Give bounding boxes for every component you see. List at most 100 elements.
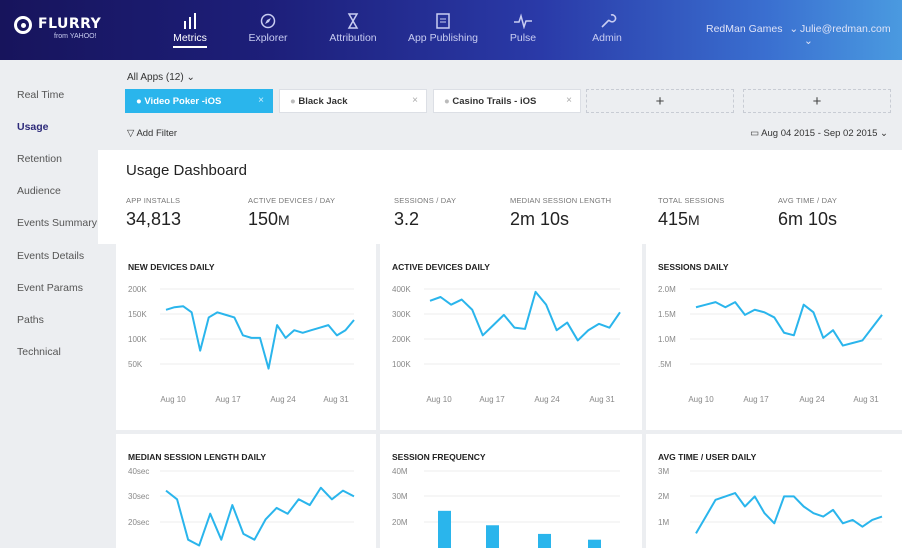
usage-dashboard: Usage Dashboard APP INSTALLS 34,813 ACTI… xyxy=(98,150,902,548)
nav-label: Admin xyxy=(592,32,622,44)
all-apps-label: All Apps (12) xyxy=(127,72,184,83)
x-tick-label: Aug 10 xyxy=(426,395,452,404)
app-chip-label: ● Black Jack xyxy=(290,96,348,107)
nav-pulse[interactable]: Pulse xyxy=(498,0,548,60)
y-tick-label: 40M xyxy=(392,467,408,476)
app-chip-label: ● Casino Trails - iOS xyxy=(444,96,536,107)
company-name: RedMan Games xyxy=(706,23,783,35)
sidebar: Real Time Usage Retention Audience Event… xyxy=(0,60,98,548)
chart-panel-avg-time-per-user: AVG TIME / USER DAILY 3M 2M 1M xyxy=(646,434,902,548)
nav-app-publishing[interactable]: App Publishing xyxy=(403,0,483,60)
sidebar-item-event-params[interactable]: Event Params xyxy=(17,282,83,294)
y-tick-label: 200K xyxy=(392,335,411,344)
stat-app-installs: APP INSTALLS 34,813 xyxy=(126,196,181,230)
x-tick-label: Aug 17 xyxy=(479,395,505,404)
stat-label: ACTIVE DEVICES / DAY xyxy=(248,196,336,205)
chart-panel-active-devices: ACTIVE DEVICES DAILY 400K 300K 200K 100K Aug… xyxy=(380,244,642,430)
x-tick-label: Aug 24 xyxy=(799,395,825,404)
sidebar-item-audience[interactable]: Audience xyxy=(17,185,61,197)
close-icon[interactable]: × xyxy=(258,95,264,106)
logo-wordmark: FLURRY xyxy=(38,16,102,32)
y-tick-label: 1.0M xyxy=(658,335,676,344)
hourglass-icon xyxy=(347,13,359,29)
app-chip-black-jack[interactable]: ● Black Jack × xyxy=(279,89,427,113)
user-menu[interactable]: Julie@redman.com ⌄ xyxy=(800,23,902,47)
filter-bar: All Apps (12) ⌄ ● Video Poker -iOS × ● B… xyxy=(98,60,902,150)
chevron-down-icon: ⌄ xyxy=(880,128,888,139)
add-app-slot-2[interactable]: + xyxy=(743,89,891,113)
series-line xyxy=(695,492,883,534)
y-tick-label: 300K xyxy=(392,310,411,319)
stat-value: 34,813 xyxy=(126,209,182,229)
sidebar-item-real-time[interactable]: Real Time xyxy=(17,89,64,101)
app-name: Video Poker -iOS xyxy=(144,96,222,107)
document-icon xyxy=(436,13,450,29)
chevron-down-icon: ⌄ xyxy=(804,35,813,47)
close-icon[interactable]: × xyxy=(412,95,418,106)
chart-svg: 40sec 30sec 20sec xyxy=(128,467,355,547)
add-filter-label: Add Filter xyxy=(136,128,178,139)
chart-svg: 40M 30M 20M xyxy=(392,467,620,548)
x-tick-label: Aug 31 xyxy=(589,395,615,404)
stat-active-devices: ACTIVE DEVICES / DAY 150M xyxy=(248,196,335,230)
stat-value: 6m 10s xyxy=(778,209,838,229)
chart-svg: 400K 300K 200K 100K Aug 10 Aug 17 Aug 24 Aug 31 xyxy=(392,285,621,404)
wrench-icon xyxy=(601,14,617,28)
flurry-logo[interactable]: FLURRY from YAHOO! xyxy=(14,14,114,44)
date-range-label: Aug 04 2015 - Sep 02 2015 xyxy=(761,128,878,139)
stat-value: 415M xyxy=(658,209,700,229)
nav-metrics[interactable]: Metrics xyxy=(158,0,222,60)
nav-label: App Publishing xyxy=(407,32,479,44)
company-selector[interactable]: RedMan Games ⌄ xyxy=(706,23,798,35)
sidebar-item-paths[interactable]: Paths xyxy=(17,314,44,326)
nav-label: Metrics xyxy=(173,32,207,48)
close-icon[interactable]: × xyxy=(566,95,572,106)
bar xyxy=(486,525,499,548)
x-tick-label: Aug 24 xyxy=(270,395,296,404)
apple-icon: ● xyxy=(444,96,450,107)
stat-label: AVG TIME / DAY xyxy=(778,196,838,205)
all-apps-dropdown[interactable]: All Apps (12) ⌄ xyxy=(127,72,195,83)
app-name: Black Jack xyxy=(298,96,348,107)
bar xyxy=(538,533,551,548)
sidebar-item-events-summary[interactable]: Events Summary xyxy=(17,217,97,229)
y-tick-label: 100K xyxy=(392,360,411,369)
stat-median-session-length: MEDIAN SESSION LENGTH 2m 10s xyxy=(510,196,611,230)
bar-chart-icon xyxy=(184,13,196,29)
y-tick-label: 100K xyxy=(128,335,147,344)
add-app-slot-1[interactable]: + xyxy=(586,89,734,113)
bar xyxy=(588,539,601,548)
calendar-icon: ▭ xyxy=(750,128,760,139)
y-tick-label: 40sec xyxy=(128,467,149,476)
stat-label: APP INSTALLS xyxy=(126,196,181,205)
sidebar-item-events-details[interactable]: Events Details xyxy=(17,250,84,262)
y-tick-label: 1.5M xyxy=(658,310,676,319)
sidebar-item-retention[interactable]: Retention xyxy=(17,153,62,165)
date-range-picker[interactable]: ▭ Aug 04 2015 - Sep 02 2015 ⌄ xyxy=(750,128,888,139)
app-chip-video-poker[interactable]: ● Video Poker -iOS × xyxy=(125,89,273,113)
stat-value: 3.2 xyxy=(394,209,420,229)
nav-attribution[interactable]: Attribution xyxy=(318,0,388,60)
stat-value: 2m 10s xyxy=(510,209,570,229)
y-tick-label: 150K xyxy=(128,310,147,319)
app-chip-casino-trails[interactable]: ● Casino Trails - iOS × xyxy=(433,89,581,113)
y-tick-label: 50K xyxy=(128,360,143,369)
nav-admin[interactable]: Admin xyxy=(582,0,632,60)
add-filter-button[interactable]: ▽ Add Filter xyxy=(127,128,177,139)
stat-label: TOTAL SESSIONS xyxy=(658,196,725,205)
series-line xyxy=(429,290,621,342)
logo-mark-icon xyxy=(14,16,32,34)
y-tick-label: 400K xyxy=(392,285,411,294)
x-tick-label: Aug 10 xyxy=(160,395,186,404)
y-tick-label: 30M xyxy=(392,492,408,501)
nav-explorer[interactable]: Explorer xyxy=(236,0,300,60)
android-icon: ● xyxy=(290,96,296,107)
y-tick-label: 1M xyxy=(658,518,669,527)
page-title: Usage Dashboard xyxy=(126,162,247,179)
sidebar-item-technical[interactable]: Technical xyxy=(17,346,61,358)
x-tick-label: Aug 31 xyxy=(323,395,349,404)
sidebar-item-usage[interactable]: Usage xyxy=(17,121,49,133)
stat-label: MEDIAN SESSION LENGTH xyxy=(510,196,612,205)
app-name: Casino Trails - iOS xyxy=(452,96,537,107)
nav-label: Attribution xyxy=(329,32,377,44)
